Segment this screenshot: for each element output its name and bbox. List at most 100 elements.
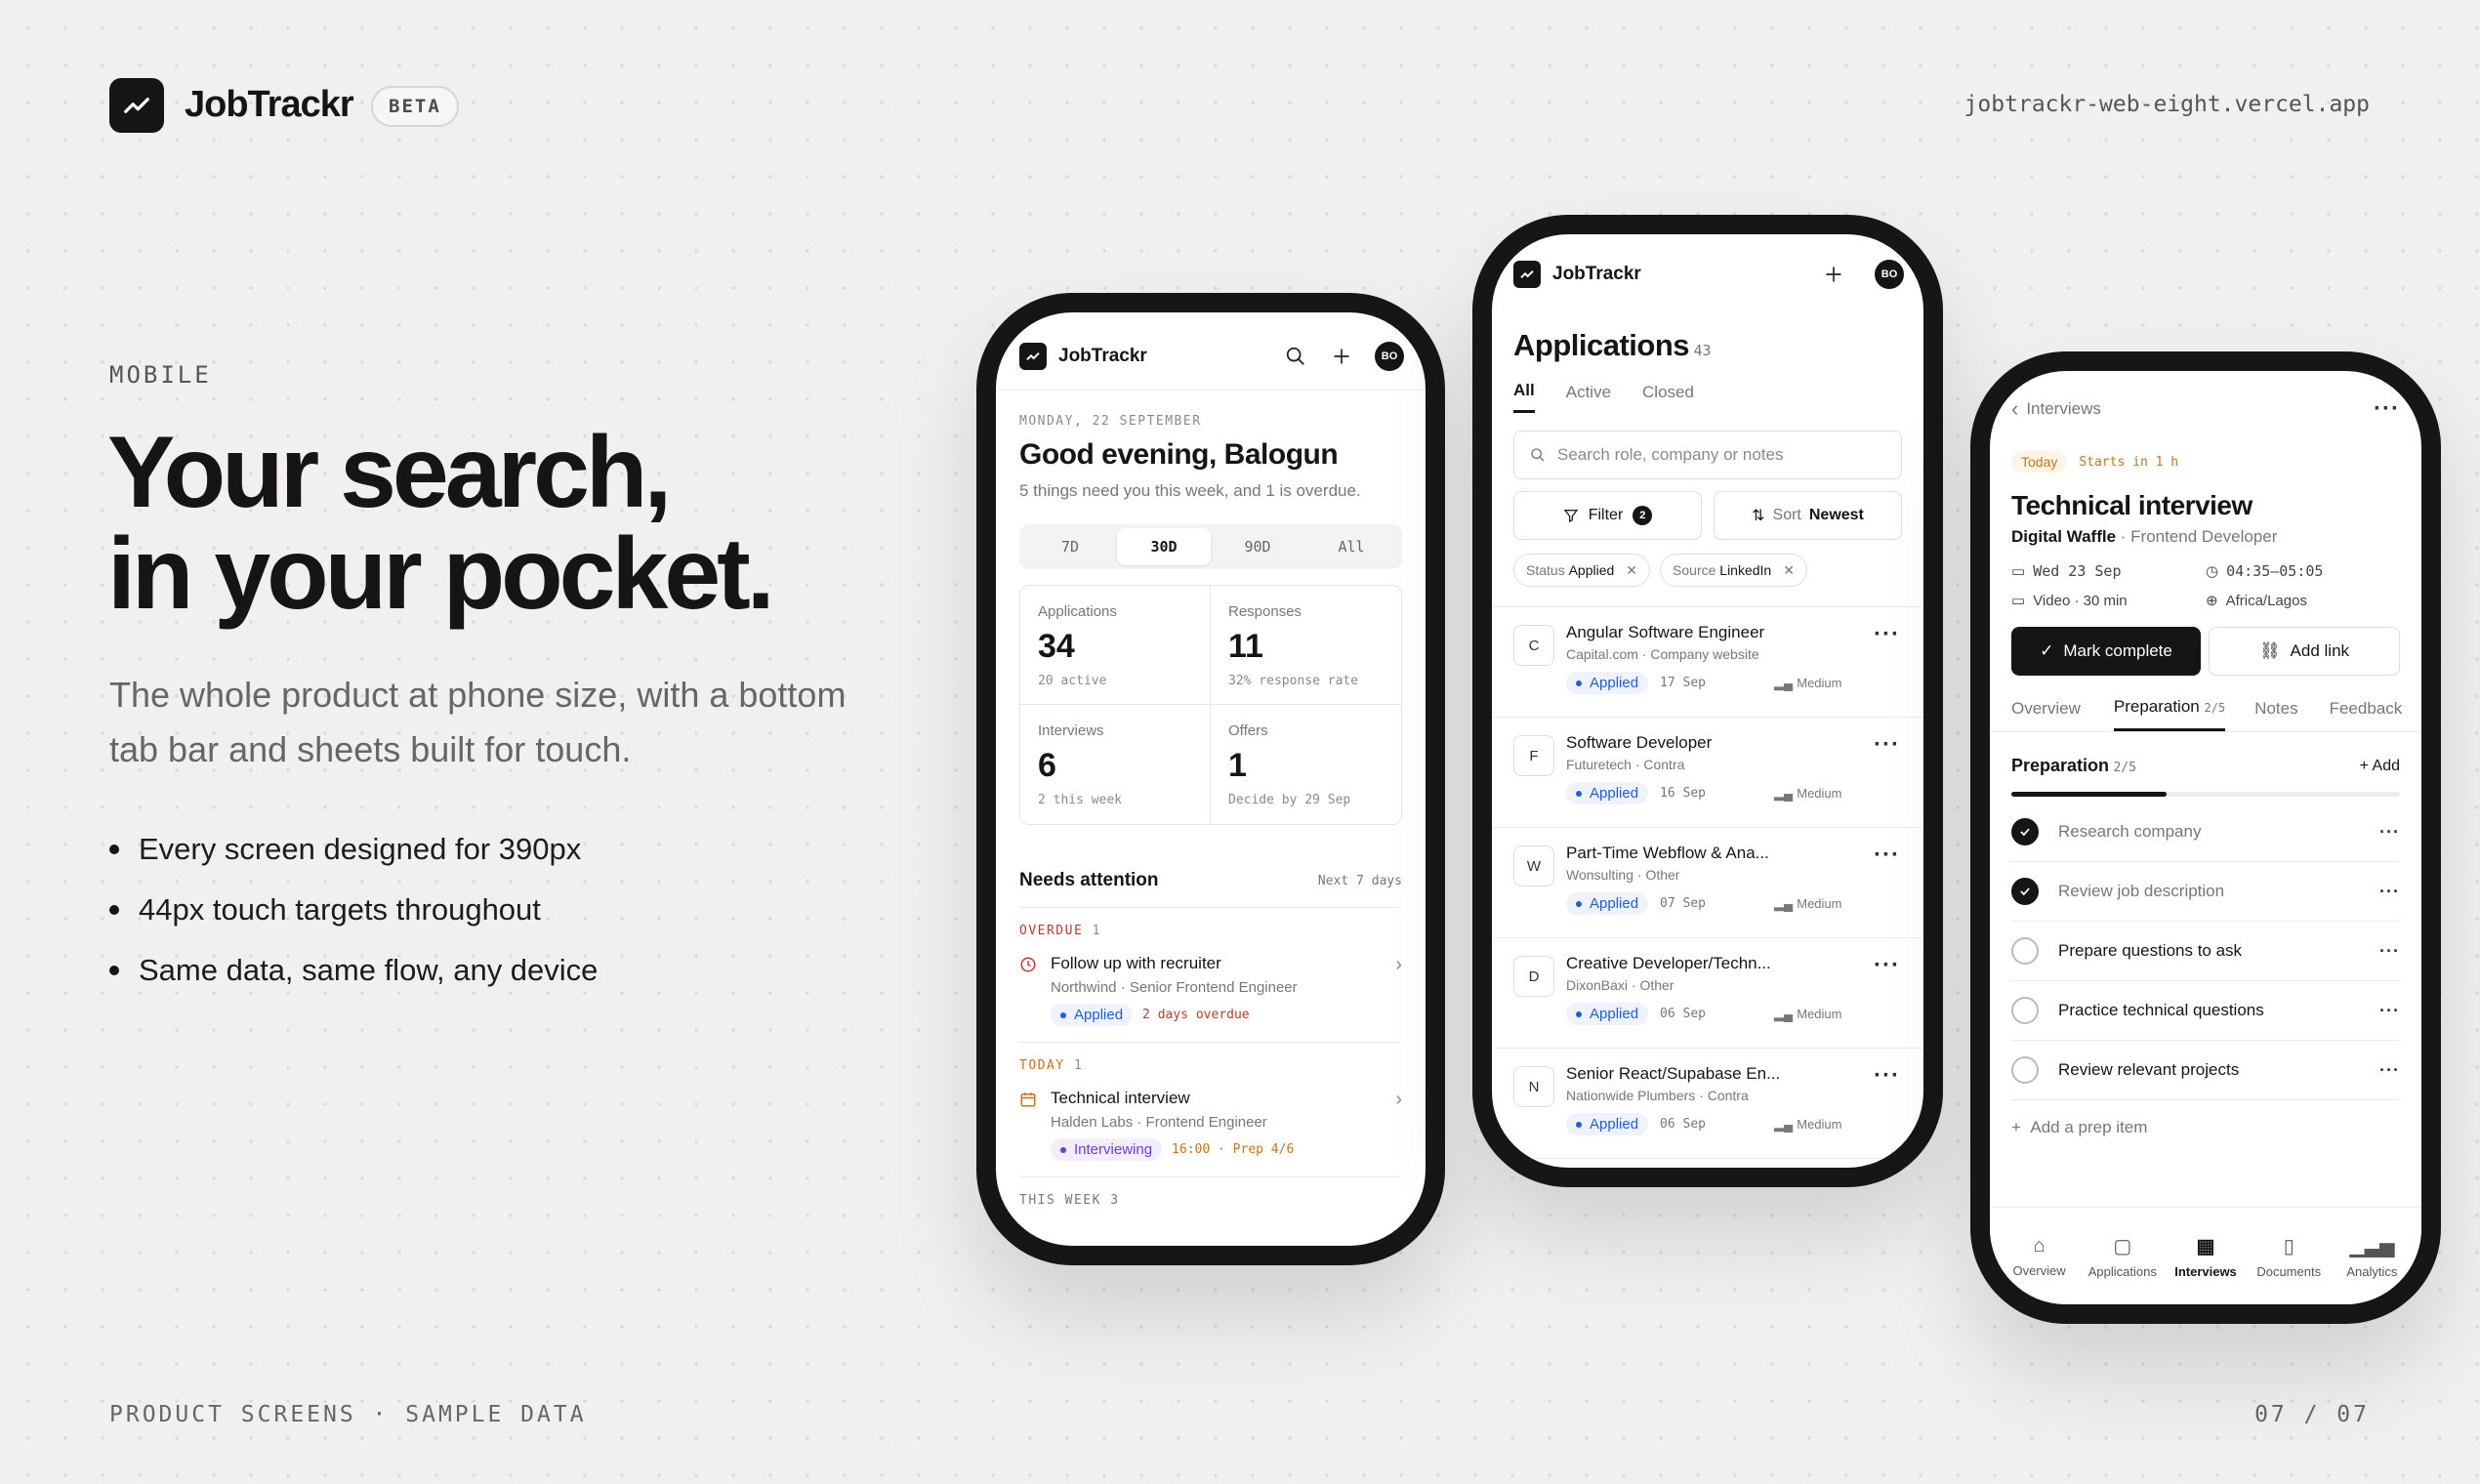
application-row[interactable]: D Creative Developer/Techn... DixonBaxi ·… <box>1492 938 1923 1049</box>
overdue-label: OVERDUE 1 <box>1019 924 1101 938</box>
trend-icon <box>124 98 149 113</box>
add-prep-item[interactable]: + Add a prep item <box>2011 1118 2400 1137</box>
attention-range[interactable]: Next 7 days <box>1318 874 1402 888</box>
section-eyebrow: MOBILE <box>109 361 212 389</box>
priority-icon: ▂▄ <box>1774 675 1794 690</box>
add-icon[interactable] <box>1332 347 1351 366</box>
tab-closed[interactable]: Closed <box>1642 383 1694 412</box>
attention-item[interactable]: Follow up with recruiter Northwind · Sen… <box>1019 954 1402 1043</box>
site-url[interactable]: jobtrackr-web-eight.vercel.app <box>1964 92 2370 117</box>
stat-card[interactable]: Interviews 6 2 this week <box>1020 705 1211 824</box>
more-icon[interactable]: ··· <box>1874 1062 1900 1090</box>
bullet-item: Same data, same flow, any device <box>109 953 890 988</box>
application-row[interactable]: F Software Developer Futuretech · Contra … <box>1492 718 1923 828</box>
close-icon: ✕ <box>1783 561 1795 578</box>
beta-badge: BETA <box>371 86 459 127</box>
company-avatar: D <box>1513 956 1554 997</box>
task-item[interactable]: Practice technical questions ··· <box>2011 981 2400 1041</box>
search-icon[interactable] <box>1285 346 1306 367</box>
add-icon[interactable] <box>1824 265 1843 284</box>
tab-notes[interactable]: Notes <box>2254 699 2297 730</box>
nav-interviews[interactable]: ▦ Interviews <box>2164 1234 2247 1279</box>
status-chip: Applied <box>1051 1004 1134 1026</box>
attention-title: Needs attention <box>1019 870 1159 890</box>
company-avatar: N <box>1513 1066 1554 1107</box>
priority-icon: ▂▄ <box>1774 1006 1794 1021</box>
date-label: MONDAY, 22 SEPTEMBER <box>1019 414 1202 429</box>
chevron-right-icon: › <box>1395 1089 1402 1110</box>
tab-all[interactable]: All <box>1513 381 1535 413</box>
summary: 5 things need you this week, and 1 is ov… <box>1019 481 1361 500</box>
nav-overview[interactable]: ⌂ Overview <box>1998 1235 2081 1278</box>
application-row[interactable]: C Angular Software Engineer Capital.com ·… <box>1492 607 1923 718</box>
footer-caption: PRODUCT SCREENS · SAMPLE DATA <box>109 1402 587 1427</box>
prep-title: Preparation <box>2011 756 2110 775</box>
task-list: Research company ··· Review job descripti… <box>2011 803 2400 1100</box>
app-name: JobTrackr <box>1552 264 1641 284</box>
meta-grid: ▭ Wed 23 Sep ◷ 04:35–05:05 ▭ Video · 30 min… <box>2011 562 2324 609</box>
video-icon: ▭ <box>2011 593 2026 609</box>
bottom-tab-bar: ⌂ Overview ▢ Applications ▦ Interviews ▯ Doc… <box>1990 1207 2421 1304</box>
back-link[interactable]: ‹ Interviews <box>2011 396 2101 422</box>
starts-label: Starts in 1 h <box>2079 454 2179 470</box>
add-link-button[interactable]: ⛓ Add link <box>2209 627 2400 676</box>
sort-button[interactable]: ⇅ Sort Newest <box>1714 491 1902 540</box>
more-icon[interactable]: ··· <box>1874 621 1900 648</box>
tab-preparation[interactable]: Preparation 2/5 <box>2113 697 2226 731</box>
logo-mark <box>109 78 164 133</box>
chevron-left-icon: ‹ <box>2011 396 2019 421</box>
progress-track <box>2011 792 2400 797</box>
bar-chart-icon: ▁▃▅ <box>2349 1235 2395 1257</box>
status-chip: Interviewing <box>1051 1138 1163 1161</box>
application-row[interactable]: N Senior React/Supabase En... Nationwide … <box>1492 1049 1923 1159</box>
close-icon: ✕ <box>1626 561 1638 578</box>
tab-feedback[interactable]: Feedback <box>2330 699 2403 730</box>
task-item[interactable]: Research company ··· <box>2011 803 2400 862</box>
task-item[interactable]: Review job description ··· <box>2011 862 2400 922</box>
more-icon: ··· <box>2379 881 2400 901</box>
calendar-icon: ▭ <box>2011 563 2026 580</box>
range-7d[interactable]: 7D <box>1023 538 1117 556</box>
briefcase-icon: ▢ <box>2113 1235 2132 1257</box>
more-icon[interactable]: ··· <box>1874 952 1900 979</box>
range-90d[interactable]: 90D <box>1211 538 1304 556</box>
add-prep-button[interactable]: + Add <box>2360 758 2400 775</box>
stats-grid: Applications 34 20 active Responses 11 3… <box>1019 585 1402 825</box>
stat-card[interactable]: Responses 11 32% response rate <box>1211 586 1401 705</box>
range-all[interactable]: All <box>1304 538 1398 556</box>
search-input[interactable]: Search role, company or notes <box>1513 431 1902 479</box>
avatar[interactable]: BO <box>1875 260 1904 289</box>
range-30d[interactable]: 30D <box>1117 528 1211 565</box>
company-role: Digital Waffle · Frontend Developer <box>2011 527 2278 546</box>
globe-icon: ⊕ <box>2206 593 2218 609</box>
interview-title: Technical interview <box>2011 490 2253 520</box>
nav-documents[interactable]: ▯ Documents <box>2248 1234 2331 1279</box>
filter-pill[interactable]: Source LinkedIn ✕ <box>1660 554 1807 587</box>
filter-button[interactable]: Filter 2 <box>1513 491 1702 540</box>
stat-card[interactable]: Applications 34 20 active <box>1020 586 1211 705</box>
application-row[interactable]: W Part-Time Webflow & Ana... Wonsulting ·… <box>1492 828 1923 938</box>
greeting: Good evening, Balogun <box>1019 438 1339 471</box>
mark-complete-button[interactable]: ✓ Mark complete <box>2011 627 2201 676</box>
stat-card[interactable]: Offers 1 Decide by 29 Sep <box>1211 705 1401 824</box>
attention-item[interactable]: Technical interview Halden Labs · Fronte… <box>1019 1089 1402 1177</box>
document-icon: ▯ <box>2283 1235 2294 1257</box>
today-label: TODAY 1 <box>1019 1058 1084 1073</box>
hero-headline: Your search, in your pocket. <box>107 416 775 631</box>
nav-analytics[interactable]: ▁▃▅ Analytics <box>2331 1234 2414 1279</box>
unchecked-icon <box>2011 997 2039 1024</box>
nav-applications[interactable]: ▢ Applications <box>2081 1234 2164 1279</box>
tab-active[interactable]: Active <box>1566 383 1611 412</box>
chevron-right-icon: › <box>1395 954 1402 975</box>
week-label: THIS WEEK 3 <box>1019 1193 1120 1208</box>
filter-pill[interactable]: Status Applied ✕ <box>1513 554 1651 587</box>
avatar[interactable]: BO <box>1375 341 1404 371</box>
more-icon[interactable]: ··· <box>2374 395 2400 423</box>
checked-icon <box>2011 878 2039 905</box>
more-icon[interactable]: ··· <box>1874 731 1900 759</box>
calendar-icon: ▦ <box>2196 1235 2215 1257</box>
more-icon[interactable]: ··· <box>1874 842 1900 869</box>
tab-overview[interactable]: Overview <box>2011 699 2081 730</box>
task-item[interactable]: Prepare questions to ask ··· <box>2011 922 2400 981</box>
task-item[interactable]: Review relevant projects ··· <box>2011 1041 2400 1100</box>
